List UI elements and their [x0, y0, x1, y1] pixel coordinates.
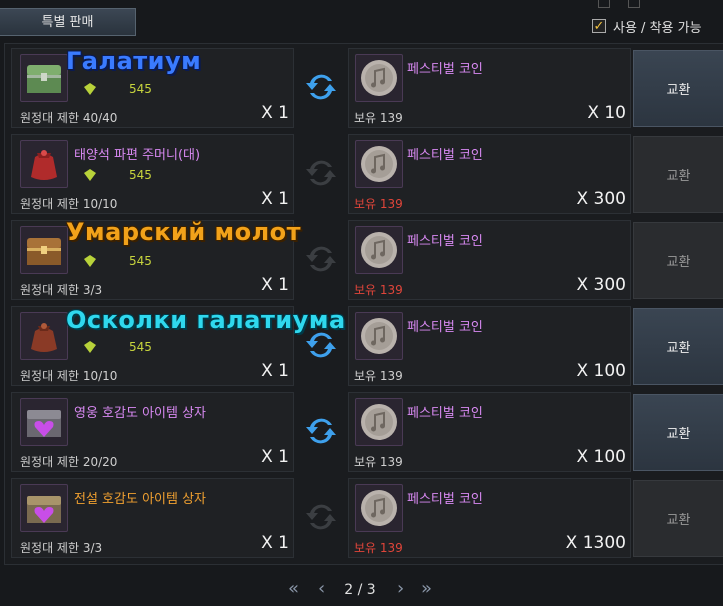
gem-icon [84, 83, 96, 95]
grid-icon[interactable] [598, 0, 610, 8]
exchange-button[interactable]: 교환 [633, 50, 723, 127]
prev-page-button[interactable]: ‹ [318, 578, 325, 599]
owned-count: 보유 139 [354, 111, 403, 125]
top-toolbar [588, 0, 723, 14]
owned-count: 보유 139 [354, 283, 403, 297]
usable-filter-label: 사용 / 착용 가능 [613, 20, 702, 36]
festival-coin-icon [355, 312, 403, 360]
owned-count: 보유 139 [354, 369, 403, 383]
item-name: 태양석 파편 주머니(대) [74, 148, 201, 163]
cost-item: 페스티벌 코인 보유 139 X 10 [348, 48, 631, 128]
festival-coin-icon [355, 226, 403, 274]
gem-icon [84, 255, 96, 267]
reward-quantity: X 1 [261, 533, 289, 553]
pouch-brown-icon [20, 312, 68, 360]
exchange-button[interactable]: 교환 [633, 394, 723, 471]
exchange-arrows-icon [306, 418, 336, 444]
coin-name: 페스티벌 코인 [407, 406, 483, 421]
cost-quantity: X 300 [576, 189, 627, 209]
pouch-red-icon [20, 140, 68, 188]
page-indicator: 2 / 3 [344, 582, 376, 598]
reward-quantity: X 1 [261, 447, 289, 467]
reward-quantity: X 1 [261, 103, 289, 123]
cost-quantity: X 10 [587, 103, 626, 123]
owned-count: 보유 139 [354, 455, 403, 469]
cost-quantity: X 300 [576, 275, 627, 295]
festival-coin-icon [355, 140, 403, 188]
coin-name: 페스티벌 코인 [407, 492, 483, 507]
exchange-button[interactable]: 교환 [633, 136, 723, 213]
tab-special-sale[interactable]: 특별 판매 [0, 8, 136, 36]
item-points: 545 [129, 82, 152, 96]
reward-item[interactable]: 태양석 파편 주머니(대) 545 원정대 제한 10/10 X 1 [11, 134, 294, 214]
purchase-limit: 원정대 제한 20/20 [20, 455, 118, 469]
owned-count: 보유 139 [354, 541, 403, 555]
purchase-limit: 원정대 제한 10/10 [20, 369, 118, 383]
coin-name: 페스티벌 코인 [407, 320, 483, 335]
last-page-button[interactable]: » [421, 578, 432, 599]
coin-name: 페스티벌 코인 [407, 148, 483, 163]
purchase-limit: 원정대 제한 10/10 [20, 197, 118, 211]
cost-quantity: X 100 [576, 361, 627, 381]
heart-box-icon [20, 398, 68, 446]
gem-icon [84, 169, 96, 181]
exchange-row: 전설 호감도 아이템 상자 원정대 제한 3/3 X 1 페스티벌 코인 보유 … [11, 476, 723, 558]
exchange-arrows-icon [306, 74, 336, 100]
heart-box-gold-icon [20, 484, 68, 532]
cost-quantity: X 100 [576, 447, 627, 467]
reward-quantity: X 1 [261, 275, 289, 295]
item-points: 545 [129, 254, 152, 268]
item-name: 전설 호감도 아이템 상자 [74, 492, 206, 507]
cost-item: 페스티벌 코인 보유 139 X 100 [348, 306, 631, 386]
overlay-caption: Галатиум [66, 47, 202, 75]
cost-item: 페스티벌 코인 보유 139 X 300 [348, 134, 631, 214]
overlay-caption: Умарский молот [66, 218, 302, 246]
chest-green-icon [20, 54, 68, 102]
exchange-arrows-icon [306, 504, 336, 530]
reward-quantity: X 1 [261, 361, 289, 381]
exchange-button[interactable]: 교환 [633, 308, 723, 385]
gem-icon [84, 341, 96, 353]
exchange-arrows-icon [306, 160, 336, 186]
cost-quantity: X 1300 [565, 533, 626, 553]
purchase-limit: 원정대 제한 3/3 [20, 541, 103, 555]
cost-item: 페스티벌 코인 보유 139 X 1300 [348, 478, 631, 558]
exchange-row: 영웅 호감도 아이템 상자 원정대 제한 20/20 X 1 페스티벌 코인 보… [11, 390, 723, 472]
owned-count: 보유 139 [354, 197, 403, 211]
next-page-button[interactable]: › [397, 578, 404, 599]
festival-coin-icon [355, 398, 403, 446]
exchange-list: 545 원정대 제한 40/40 X 1 페스티벌 코인 보유 139 X 10… [4, 43, 723, 565]
first-page-button[interactable]: « [288, 578, 299, 599]
usable-filter-checkbox[interactable]: ✓ [592, 19, 606, 34]
reward-item[interactable]: 전설 호감도 아이템 상자 원정대 제한 3/3 X 1 [11, 478, 294, 558]
coin-name: 페스티벌 코인 [407, 62, 483, 77]
item-name: 영웅 호감도 아이템 상자 [74, 406, 206, 421]
item-points: 545 [129, 340, 152, 354]
purchase-limit: 원정대 제한 40/40 [20, 111, 118, 125]
overlay-caption: Осколки галатиума [66, 306, 346, 334]
exchange-arrows-icon [306, 246, 336, 272]
coin-name: 페스티벌 코인 [407, 234, 483, 249]
cost-item: 페스티벌 코인 보유 139 X 100 [348, 392, 631, 472]
exchange-button[interactable]: 교환 [633, 222, 723, 299]
exchange-button[interactable]: 교환 [633, 480, 723, 557]
exchange-row: 태양석 파편 주머니(대) 545 원정대 제한 10/10 X 1 페스티벌 … [11, 132, 723, 214]
chest-gold-icon [20, 226, 68, 274]
item-points: 545 [129, 168, 152, 182]
pagination: « ‹ 2 / 3 › » [0, 572, 723, 606]
usable-filter[interactable]: ✓ 사용 / 착용 가능 [592, 16, 702, 36]
reward-item[interactable]: 영웅 호감도 아이템 상자 원정대 제한 20/20 X 1 [11, 392, 294, 472]
cost-item: 페스티벌 코인 보유 139 X 300 [348, 220, 631, 300]
festival-coin-icon [355, 54, 403, 102]
window-icon[interactable] [628, 0, 640, 8]
reward-quantity: X 1 [261, 189, 289, 209]
purchase-limit: 원정대 제한 3/3 [20, 283, 103, 297]
festival-coin-icon [355, 484, 403, 532]
